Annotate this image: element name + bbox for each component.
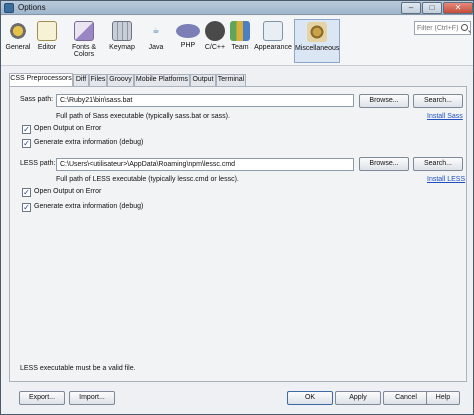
status-message: LESS executable must be a valid file. (20, 365, 136, 372)
apply-button[interactable]: Apply (335, 391, 381, 405)
category-label: Appearance (254, 44, 292, 51)
title-bar[interactable]: Options – □ ✕ (1, 1, 473, 15)
ok-button[interactable]: OK (287, 391, 333, 405)
tab-css-preprocessors[interactable]: CSS Preprocessors (9, 73, 73, 87)
app-icon (4, 3, 14, 13)
category-fonts-colors[interactable]: Fonts & Colors (61, 19, 107, 63)
export-button[interactable]: Export... (19, 391, 65, 405)
category-label: Miscellaneous (295, 45, 340, 52)
install-less-link[interactable]: Install LESS (427, 176, 465, 183)
less-path-input[interactable]: C:\Users\<utilisateur>\AppData\Roaming\n… (56, 158, 354, 171)
category-appearance[interactable]: Appearance (253, 19, 293, 63)
tab-files[interactable]: Files (89, 74, 107, 86)
category-label: Fonts & Colors (71, 44, 97, 58)
less-debug-checkbox[interactable]: ✓ (22, 203, 31, 212)
editor-icon (37, 21, 57, 41)
less-debug-label: Generate extra information (debug) (34, 203, 144, 210)
minimize-button[interactable]: – (401, 2, 421, 14)
less-open-output-label: Open Output on Error (34, 188, 102, 195)
sass-browse-button[interactable]: Browse... (359, 94, 409, 108)
less-open-output-checkbox[interactable]: ✓ (22, 188, 31, 197)
miscellaneous-icon (307, 22, 327, 42)
close-button[interactable]: ✕ (443, 2, 473, 14)
category-team[interactable]: Team (229, 19, 251, 63)
css-preprocessors-panel: Sass path: C:\Ruby21\bin\sass.bat Browse… (9, 86, 467, 382)
category-label: Editor (37, 44, 57, 51)
search-icon[interactable] (461, 24, 468, 31)
tab-mobile-platforms[interactable]: Mobile Platforms (134, 74, 190, 86)
maximize-button[interactable]: □ (422, 2, 442, 14)
less-hint: Full path of LESS executable (typically … (56, 176, 239, 183)
category-php[interactable]: PHP (175, 19, 201, 63)
fonts-colors-icon (74, 21, 94, 41)
tab-terminal[interactable]: Terminal (216, 74, 246, 86)
tab-output[interactable]: Output (190, 74, 216, 86)
sass-open-output-checkbox[interactable]: ✓ (22, 125, 31, 134)
window-title: Options (18, 3, 46, 12)
search-input[interactable] (417, 23, 461, 34)
team-icon (230, 21, 250, 41)
appearance-icon (263, 21, 283, 41)
options-window: Options – □ ✕ General Editor Fonts & Col… (0, 0, 474, 415)
category-label: C/C++ (204, 44, 226, 51)
less-browse-button[interactable]: Browse... (359, 157, 409, 171)
sass-search-button[interactable]: Search... (413, 94, 463, 108)
less-path-label: LESS path: (20, 160, 56, 167)
keymap-icon (112, 21, 132, 41)
category-cpp[interactable]: C/C++ (202, 19, 228, 63)
category-label: General (5, 44, 31, 51)
category-label: Java (148, 44, 164, 51)
filter-search[interactable] (414, 21, 471, 35)
help-button[interactable]: Help (426, 391, 460, 405)
sass-path-input[interactable]: C:\Ruby21\bin\sass.bat (56, 94, 354, 107)
less-search-button[interactable]: Search... (413, 157, 463, 171)
sass-hint: Full path of Sass executable (typically … (56, 113, 230, 120)
tab-diff[interactable]: Diff (73, 74, 89, 86)
general-icon (8, 21, 28, 41)
category-label: Team (231, 44, 249, 51)
category-general[interactable]: General (3, 19, 33, 63)
install-sass-link[interactable]: Install Sass (427, 113, 463, 120)
category-label: PHP (180, 42, 196, 49)
category-java[interactable]: ☕ Java (141, 19, 171, 63)
sass-open-output-label: Open Output on Error (34, 125, 102, 132)
sass-debug-label: Generate extra information (debug) (34, 139, 144, 146)
php-icon (176, 24, 200, 38)
category-miscellaneous[interactable]: Miscellaneous (294, 19, 340, 63)
category-toolbar: General Editor Fonts & Colors Keymap ☕ J… (1, 16, 473, 66)
sass-debug-checkbox[interactable]: ✓ (22, 139, 31, 148)
tab-groovy[interactable]: Groovy (107, 74, 134, 86)
category-editor[interactable]: Editor (34, 19, 60, 63)
cpp-icon (205, 21, 225, 41)
java-icon: ☕ (152, 26, 160, 35)
category-label: Keymap (109, 44, 135, 51)
cancel-button[interactable]: Cancel (383, 391, 429, 405)
category-keymap[interactable]: Keymap (108, 19, 136, 63)
import-button[interactable]: Import... (69, 391, 115, 405)
sass-path-label: Sass path: (20, 96, 54, 103)
